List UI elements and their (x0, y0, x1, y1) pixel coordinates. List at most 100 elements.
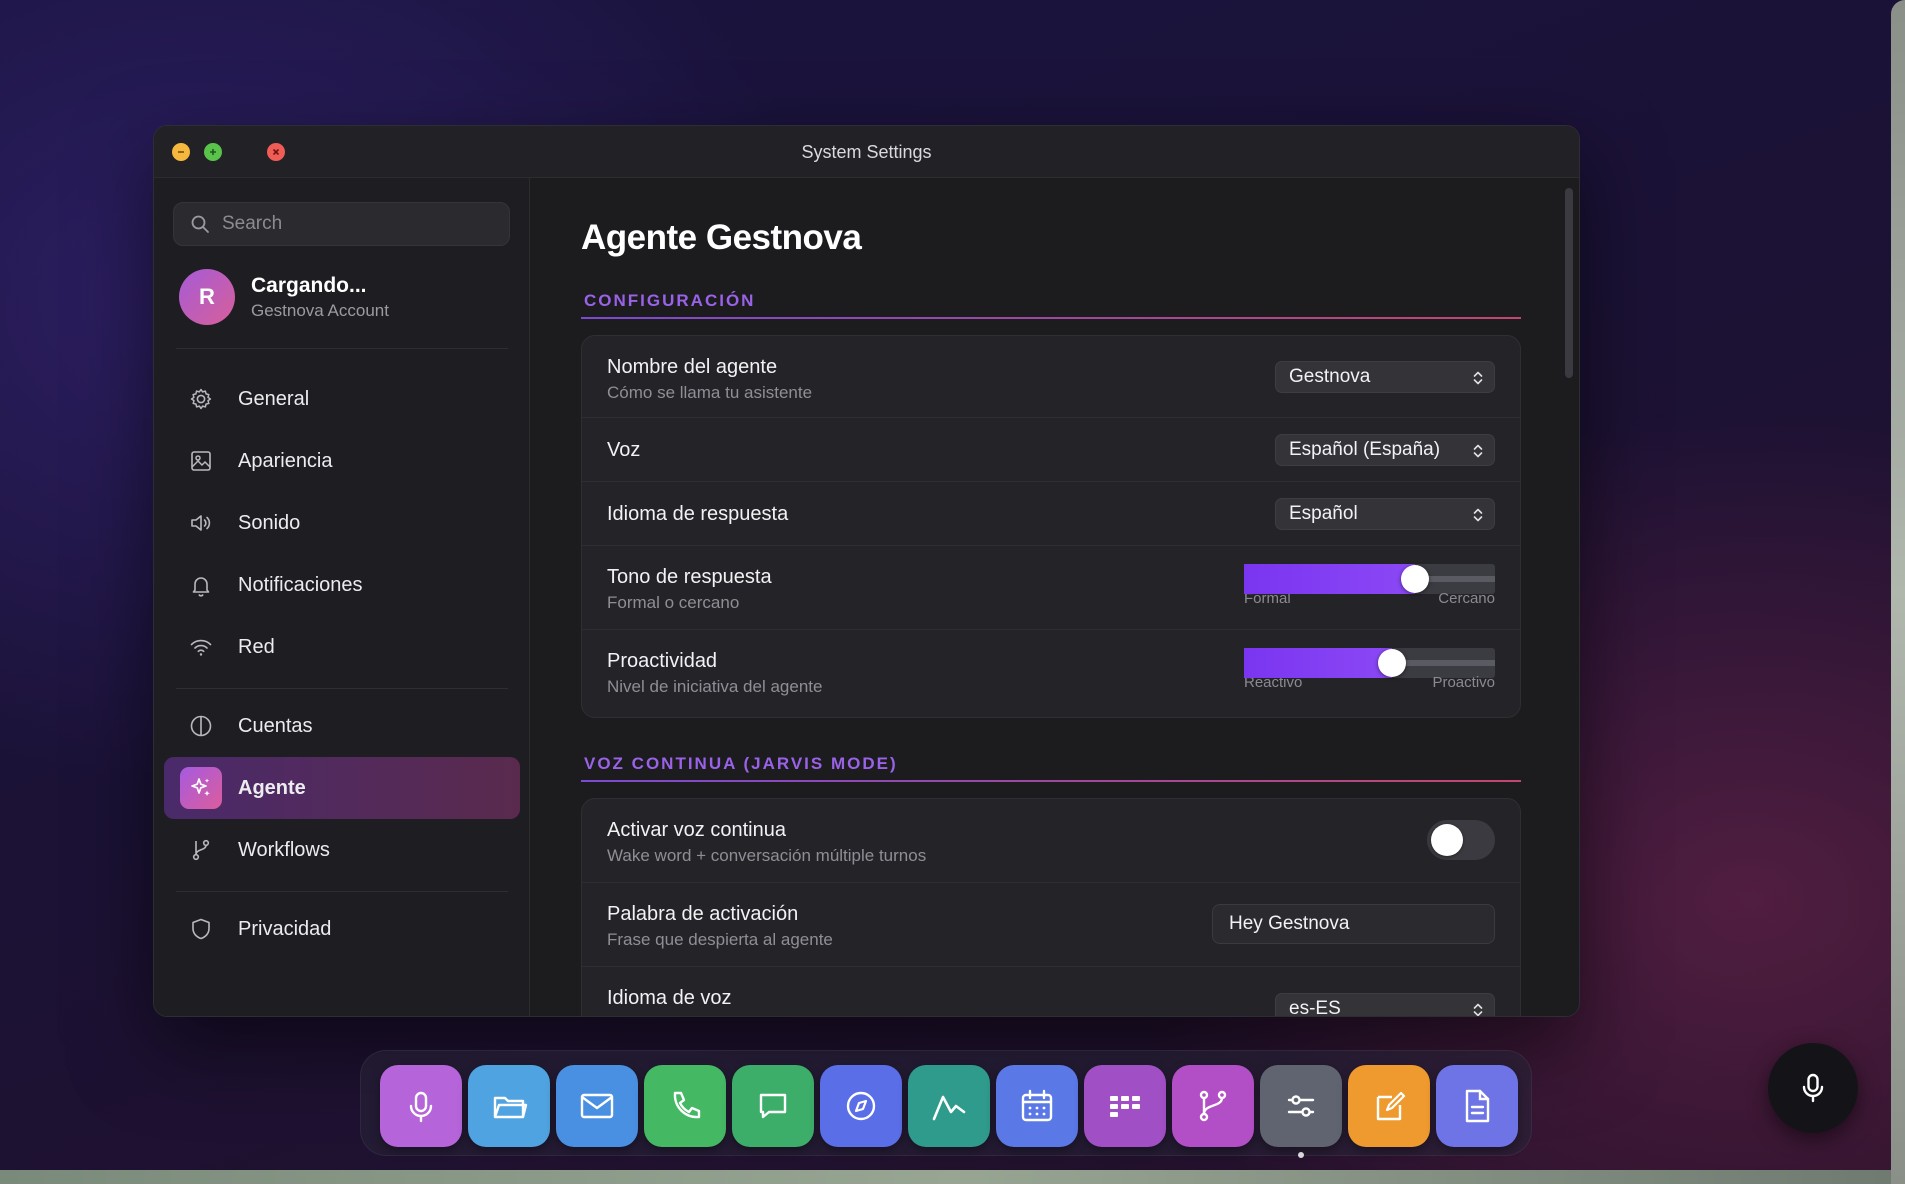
chevron-up-down-icon (1473, 1003, 1483, 1016)
notes-icon (1376, 1091, 1406, 1121)
sidebar-item-workflows[interactable]: Workflows (164, 819, 520, 881)
title-bar: System Settings (154, 126, 1579, 178)
dock-app-phone[interactable] (644, 1065, 726, 1147)
setting-description: Frase que despierta al agente (607, 930, 833, 949)
avatar: R (179, 269, 235, 325)
setting-description: Cómo se llama tu asistente (607, 383, 813, 402)
slider-fill (1244, 564, 1415, 594)
dock-app-mail[interactable] (556, 1065, 638, 1147)
select-value: es-ES (1289, 998, 1341, 1017)
sidebar: R Cargando... Gestnova Account General A… (154, 178, 530, 1016)
slider-max-label: Cercano (1438, 590, 1495, 607)
speaker-icon (191, 515, 211, 531)
setting-row-proactivity: Proactividad Nivel de iniciativa del age… (582, 630, 1520, 717)
search-box[interactable] (173, 202, 510, 246)
section-title-configuracion: CONFIGURACIÓN (584, 291, 756, 310)
sidebar-item-general[interactable]: General (164, 368, 520, 430)
toggle-knob (1431, 824, 1463, 856)
setting-description: Nivel de iniciativa del agente (607, 677, 823, 696)
setting-row-activate-voice: Activar voz continua Wake word + convers… (582, 799, 1520, 883)
dock-app-browser[interactable] (820, 1065, 902, 1147)
slider-fill (1244, 648, 1393, 678)
setting-row-wake-word: Palabra de activación Frase que despiert… (582, 883, 1520, 967)
response-language-select[interactable]: Español (1275, 498, 1495, 530)
dock-app-files[interactable] (468, 1065, 550, 1147)
tone-slider[interactable]: Formal Cercano (1244, 564, 1495, 612)
slider-thumb[interactable] (1378, 649, 1407, 677)
chat-icon (759, 1093, 787, 1119)
sidebar-item-agente[interactable]: Agente (164, 757, 520, 819)
setting-label: Proactividad (607, 650, 718, 672)
sidebar-item-cuentas[interactable]: Cuentas (164, 695, 520, 757)
setting-label: Nombre del agente (607, 356, 778, 378)
continuous-voice-card: Activar voz continua Wake word + convers… (581, 798, 1521, 1017)
profile-account: Gestnova Account (251, 300, 389, 320)
dock-app-boards[interactable] (1084, 1065, 1166, 1147)
sidebar-item-label: General (238, 387, 310, 410)
agent-name-select[interactable]: Gestnova (1275, 361, 1495, 393)
mail-icon (580, 1093, 614, 1119)
account-profile[interactable]: R Cargando... Gestnova Account (179, 269, 389, 325)
setting-label: Tono de respuesta (607, 566, 772, 588)
sidebar-item-sonido[interactable]: Sonido (164, 492, 520, 554)
setting-label: Idioma de voz (607, 987, 732, 1009)
dock-app-settings[interactable] (1260, 1065, 1342, 1147)
sidebar-item-label: Agente (238, 776, 306, 799)
compass-icon (846, 1091, 876, 1121)
sparkle-icon (191, 778, 210, 797)
voice-select[interactable]: Español (España) (1275, 434, 1495, 466)
select-value: Español (España) (1289, 439, 1441, 460)
sidebar-item-notificaciones[interactable]: Notificaciones (164, 554, 520, 616)
wake-word-field[interactable] (1212, 904, 1495, 944)
sidebar-item-label: Workflows (238, 838, 330, 861)
scrollbar[interactable] (1565, 188, 1573, 378)
dock-app-analytics[interactable] (908, 1065, 990, 1147)
folder-icon (493, 1096, 528, 1119)
dock-app-notes[interactable] (1348, 1065, 1430, 1147)
settings-window: System Settings R Cargando... Gestnova A… (153, 125, 1580, 1017)
dock-app-voice[interactable] (380, 1065, 462, 1147)
dock-app-workflows[interactable] (1172, 1065, 1254, 1147)
microphone-icon (1802, 1073, 1824, 1103)
sidebar-divider (176, 348, 508, 349)
bell-icon (192, 577, 210, 597)
setting-row-voice: Voz Español (España) (582, 418, 1520, 482)
chevron-up-down-icon (1473, 444, 1483, 458)
dock-app-documents[interactable] (1436, 1065, 1518, 1147)
proactivity-slider[interactable]: Reactivo Proactivo (1244, 648, 1495, 696)
sidebar-item-apariencia[interactable]: Apariencia (164, 430, 520, 492)
section-divider (581, 780, 1521, 782)
voice-assistant-button[interactable] (1768, 1043, 1858, 1133)
select-value: Español (1289, 503, 1358, 524)
chart-line-icon (932, 1095, 966, 1121)
sliders-icon (1287, 1095, 1315, 1117)
setting-description: Wake word + conversación múltiple turnos (607, 846, 927, 865)
configuration-card: Nombre del agente Cómo se llama tu asist… (581, 335, 1521, 718)
document-icon (1465, 1089, 1490, 1123)
sidebar-item-red[interactable]: Red (164, 616, 520, 678)
page-title: Agente Gestnova (581, 218, 862, 257)
dock-app-calendar[interactable] (996, 1065, 1078, 1147)
sidebar-divider (176, 688, 508, 689)
search-input[interactable] (222, 213, 482, 235)
sidebar-item-label: Red (238, 635, 275, 658)
sidebar-item-privacidad[interactable]: Privacidad (164, 898, 520, 960)
phone-icon (673, 1091, 701, 1119)
dock-app-messages[interactable] (732, 1065, 814, 1147)
screen-bezel-right (1891, 0, 1905, 1184)
git-branch-icon (1199, 1090, 1227, 1122)
profile-name: Cargando... (251, 273, 367, 297)
branch-icon (192, 839, 210, 861)
microphone-icon (409, 1091, 433, 1123)
setting-label: Voz (607, 439, 641, 461)
dock (360, 1050, 1532, 1158)
shield-icon (192, 918, 210, 940)
continuous-voice-toggle[interactable] (1427, 820, 1495, 860)
setting-row-voice-language: Idioma de voz es-ES (582, 967, 1520, 1017)
chevron-up-down-icon (1473, 508, 1483, 522)
section-divider (581, 317, 1521, 319)
calendar-icon (1021, 1089, 1053, 1122)
voice-language-select[interactable]: es-ES (1275, 993, 1495, 1017)
slider-thumb[interactable] (1400, 565, 1429, 593)
setting-label: Palabra de activación (607, 903, 799, 925)
